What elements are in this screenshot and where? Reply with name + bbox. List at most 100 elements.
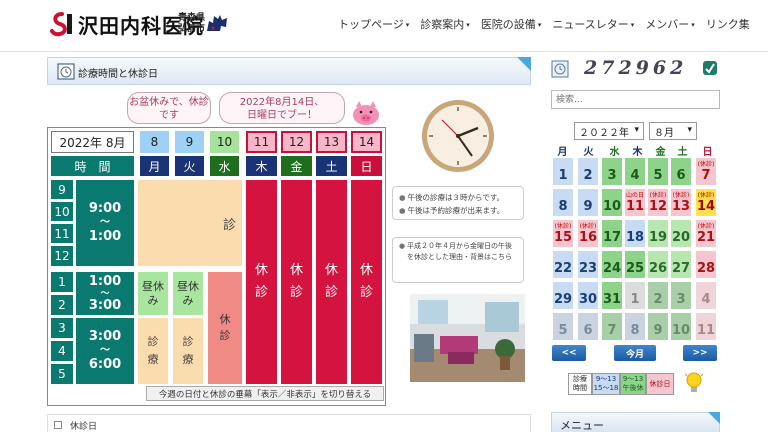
calendar-day-cell[interactable]: 5	[552, 312, 574, 341]
calendar-day-cell[interactable]: (休診) 16	[577, 219, 599, 248]
chevron-down-icon: ▾	[687, 125, 692, 135]
tue-afternoon-consultation: 診 療	[173, 318, 203, 384]
calendar-day-cell[interactable]: 27	[670, 250, 692, 279]
calendar-holiday-label: (休診)	[554, 223, 572, 230]
calendar-day-cell[interactable]: (休診) 13	[670, 188, 692, 217]
search-input[interactable]	[551, 90, 720, 109]
calendar-day-cell[interactable]: 3	[601, 157, 623, 186]
calendar-day-cell[interactable]: 2	[577, 157, 599, 186]
cal-head-mon: 月	[557, 147, 568, 158]
legend-label: 診療 時間	[568, 373, 592, 395]
nav-facilities[interactable]: 医院の設備 ▾	[481, 16, 542, 32]
calendar-day-number: 25	[625, 261, 645, 276]
nav-top[interactable]: トップページ ▾	[338, 16, 409, 32]
schedule-weekday-sun: 日	[351, 156, 382, 176]
nav-members[interactable]: メンバー ▾	[645, 16, 695, 32]
calendar-day-cell[interactable]: 22	[552, 250, 574, 279]
calendar-day-number: 15	[553, 230, 573, 245]
calendar-day-cell[interactable]: (休診) 14	[695, 188, 717, 217]
next-month-button[interactable]: >>	[683, 345, 717, 361]
calendar-day-cell[interactable]: 23	[577, 250, 599, 279]
calendar-clock-icon	[57, 63, 75, 80]
calendar-day-cell[interactable]: 19	[647, 219, 669, 248]
calendar-day-cell[interactable]: 11	[695, 312, 717, 341]
collapse-toggle-icon[interactable]	[54, 421, 62, 429]
legend-full-day: 9〜13 15〜18	[592, 373, 620, 395]
prev-month-button[interactable]: <<	[552, 345, 586, 361]
calendar-day-cell[interactable]: (休診) 7	[695, 157, 717, 186]
calendar-day-cell[interactable]: 30	[577, 281, 599, 310]
calendar-day-cell[interactable]: 1	[552, 157, 574, 186]
schedule-date-tue: 9	[175, 131, 204, 153]
calendar-day-cell[interactable]: 6	[670, 157, 692, 186]
site-header: 沢田内科医院 青森県 弘前市 トップページ ▾ 診察案内 ▾ 医院の設備 ▾ ニュース…	[0, 0, 768, 52]
calendar-day-cell[interactable]: 24	[601, 250, 623, 279]
calendar-day-number: 8	[558, 199, 568, 214]
fri-closed-banner: 休 診	[281, 180, 312, 384]
nav-consultation[interactable]: 診察案内 ▾	[420, 16, 470, 32]
cal-head-wed: 水	[609, 147, 620, 158]
calendar-day-number: 11	[625, 199, 645, 214]
calendar-day-cell[interactable]: 4	[624, 157, 646, 186]
section-corner-accent	[517, 57, 531, 71]
calendar-day-number: 5	[653, 168, 663, 183]
counter-badge-icon	[703, 61, 717, 75]
calendar-day-cell[interactable]: 10	[670, 312, 692, 341]
toggle-banner-button[interactable]: 今週の日付と休診の垂幕「表示／非表示」を切り替える	[146, 386, 384, 401]
schedule-date-mon: 8	[140, 131, 169, 153]
calendar-day-cell[interactable]: 29	[552, 281, 574, 310]
calendar-day-number: 6	[583, 323, 593, 338]
calendar-day-cell[interactable]: (休診) 12	[647, 188, 669, 217]
month-select[interactable]: ８月 ▾	[649, 122, 697, 140]
calendar-day-number: 27	[671, 261, 691, 276]
calendar-day-cell[interactable]: 20	[670, 219, 692, 248]
calendar-day-cell[interactable]: 8	[552, 188, 574, 217]
schedule-time-header: 時 間	[51, 156, 134, 176]
calendar-day-cell[interactable]: 28	[695, 250, 717, 279]
current-month-button[interactable]: 今月	[614, 345, 656, 361]
clinic-logo-icon[interactable]	[50, 12, 74, 38]
calendar-day-number: 22	[553, 261, 573, 276]
calendar-day-cell[interactable]: 9	[647, 312, 669, 341]
calendar-day-cell[interactable]: 26	[647, 250, 669, 279]
calendar-holiday-label: (休診)	[649, 192, 667, 199]
calendar-day-number: 6	[676, 168, 686, 183]
calendar-day-cell[interactable]: 10	[601, 188, 623, 217]
calendar-day-cell[interactable]: 1	[624, 281, 646, 310]
calendar-day-cell[interactable]: 31	[601, 281, 623, 310]
calendar-day-cell[interactable]: 9	[577, 188, 599, 217]
calendar-holiday-label: (休診)	[672, 192, 690, 199]
morning-consultation-block: 診	[138, 180, 242, 266]
closed-days-section: 休診日	[47, 414, 531, 432]
calendar-day-number: 23	[578, 261, 598, 276]
schedule-weekday-sat: 土	[316, 156, 347, 176]
calendar-day-cell[interactable]: 8	[624, 312, 646, 341]
lightbulb-icon[interactable]	[683, 370, 705, 396]
nav-newsletter[interactable]: ニュースレター ▾	[552, 16, 634, 32]
calendar-day-cell[interactable]: 3	[670, 281, 692, 310]
clinic-location: 青森県 弘前市	[178, 13, 206, 34]
wall-clock-icon	[422, 100, 494, 172]
hour-4: 4	[51, 341, 73, 361]
year-select[interactable]: ２０２２年 ▾	[574, 122, 644, 140]
calendar-day-cell[interactable]: 25	[624, 250, 646, 279]
hour-12: 12	[51, 246, 73, 266]
calendar-day-cell[interactable]: 2	[647, 281, 669, 310]
calendar-day-number: 2	[583, 168, 593, 183]
calendar-day-number: 3	[607, 168, 617, 183]
calendar-day-cell[interactable]: (休診) 15	[552, 219, 574, 248]
calendar-day-number: 12	[648, 199, 668, 214]
friday-closure-info-link[interactable]: ● 平成２０年４月から金曜日の午後を休診とした理由・背景はこちら	[392, 237, 524, 283]
nav-links[interactable]: リンク集	[706, 16, 750, 32]
calendar-day-number: 8	[630, 323, 640, 338]
calendar-day-cell[interactable]: (休診) 21	[695, 219, 717, 248]
calendar-day-cell[interactable]: 17	[601, 219, 623, 248]
calendar-day-cell[interactable]: 山の日 11	[624, 188, 646, 217]
calendar-day-cell[interactable]: 6	[577, 312, 599, 341]
calendar-day-cell[interactable]: 4	[695, 281, 717, 310]
tue-lunch-break: 昼休 み	[173, 272, 203, 315]
calendar-day-cell[interactable]: 7	[601, 312, 623, 341]
calendar-day-cell[interactable]: 5	[647, 157, 669, 186]
schedule-weekday-thu: 木	[246, 156, 277, 176]
calendar-day-cell[interactable]: 18	[624, 219, 646, 248]
